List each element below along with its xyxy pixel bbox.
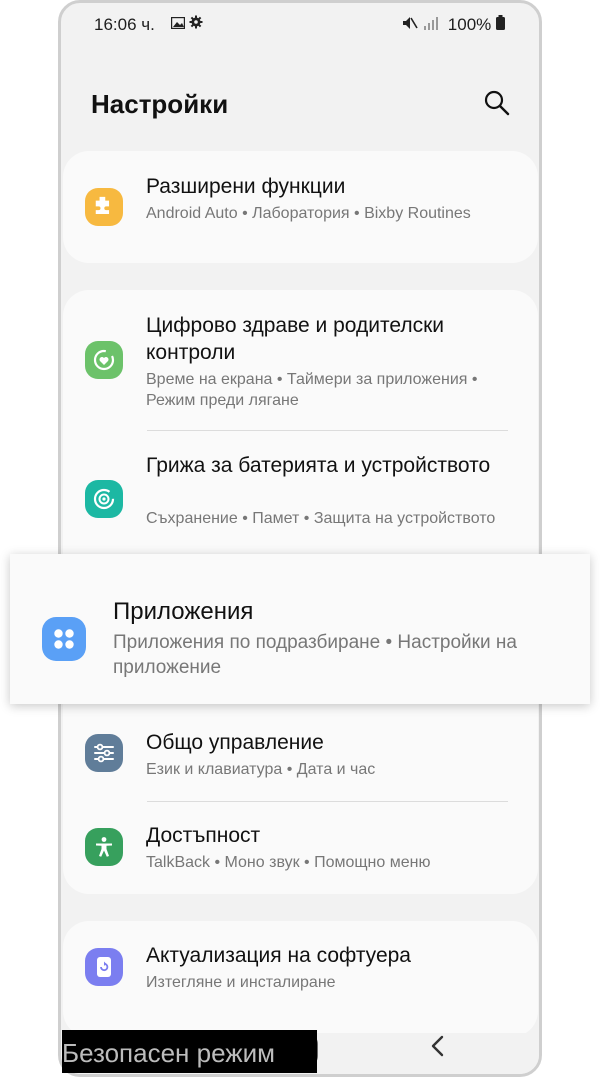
accessibility-icon-tile <box>85 828 123 866</box>
item-title: Приложения <box>113 598 254 625</box>
accessibility-icon <box>96 837 112 857</box>
back-icon <box>431 1035 444 1057</box>
mute-icon <box>403 17 418 29</box>
screen: 16:06 ч. 100% Настройки Разширени функци… <box>58 0 542 1077</box>
card-advanced: Разширени функции Android Auto • Лаборат… <box>63 151 538 263</box>
advanced-icon-tile <box>85 188 123 226</box>
phone: 16:06 ч. 100% Настройки Разширени функци… <box>58 0 542 1077</box>
gear-icon <box>189 15 203 29</box>
general-icon-tile <box>85 734 123 772</box>
page-title: Настройки <box>91 89 229 119</box>
device-care-icon <box>93 488 115 510</box>
item-subtitle: Android Auto • Лаборатория • Bixby Routi… <box>146 205 471 222</box>
item-title: Актуализация на софтуера <box>146 944 411 967</box>
item-subtitle: Съхранение • Памет • Защита на устройств… <box>146 510 496 527</box>
status-time: 16:06 ч. <box>94 15 155 34</box>
update-icon-tile <box>85 948 123 986</box>
settings-item-accessibility[interactable]: Достъпност TalkBack • Моно звук • Помощн… <box>63 802 538 894</box>
item-subtitle: TalkBack • Моно звук • Помощно меню <box>146 854 431 871</box>
puzzle-icon <box>95 196 110 214</box>
status-bar: 16:06 ч. 100% <box>61 3 539 47</box>
item-subtitle: Приложения по подразбиране • Настройки н… <box>113 632 517 678</box>
item-title: Разширени функции <box>146 175 346 198</box>
card-update: Актуализация на софтуера Изтегляне и инс… <box>63 921 538 1037</box>
update-icon <box>97 957 111 977</box>
settings-item-apps[interactable]: Приложения Приложения по подразбиране • … <box>10 554 590 704</box>
battery-icon <box>496 15 505 30</box>
item-title: Грижа за батерията и устройството <box>146 454 491 477</box>
settings-item-digital-wellbeing[interactable]: Цифрово здраве и родителски контроли Вре… <box>63 290 538 430</box>
battery-percent: 100% <box>447 15 492 34</box>
settings-item-advanced-features[interactable]: Разширени функции Android Auto • Лаборат… <box>63 151 538 263</box>
item-subtitle: Език и клавиатура • Дата и час <box>146 761 376 778</box>
sliders-icon <box>94 743 114 763</box>
safe-mode-label: Безопасен режим <box>62 1030 317 1073</box>
apps-icon-tile <box>42 617 86 661</box>
settings-item-general-management[interactable]: Общо управление Език и клавиатура • Дата… <box>63 707 538 801</box>
back-button[interactable] <box>428 1034 448 1058</box>
settings-item-software-update[interactable]: Актуализация на софтуера Изтегляне и инс… <box>63 921 538 1013</box>
item-subtitle: Време на екрана • Таймери за приложения … <box>146 371 478 409</box>
apps-icon <box>54 629 74 649</box>
settings-item-battery-device-care[interactable]: Грижа за батерията и устройството Съхран… <box>63 431 538 557</box>
status-right: 100% <box>402 15 505 35</box>
signal-icon <box>424 17 439 30</box>
status-left-icons <box>170 15 203 32</box>
wellbeing-icon <box>93 349 115 371</box>
item-subtitle: Изтегляне и инсталиране <box>146 974 336 991</box>
search-icon <box>484 90 510 116</box>
device-care-icon-tile <box>85 480 123 518</box>
image-icon <box>170 16 186 30</box>
item-title: Достъпност <box>146 824 261 847</box>
item-title: Общо управление <box>146 731 324 754</box>
search-button[interactable] <box>483 89 513 119</box>
wellbeing-icon-tile <box>85 341 123 379</box>
item-title: Цифрово здраве и родителски контроли <box>146 314 445 364</box>
